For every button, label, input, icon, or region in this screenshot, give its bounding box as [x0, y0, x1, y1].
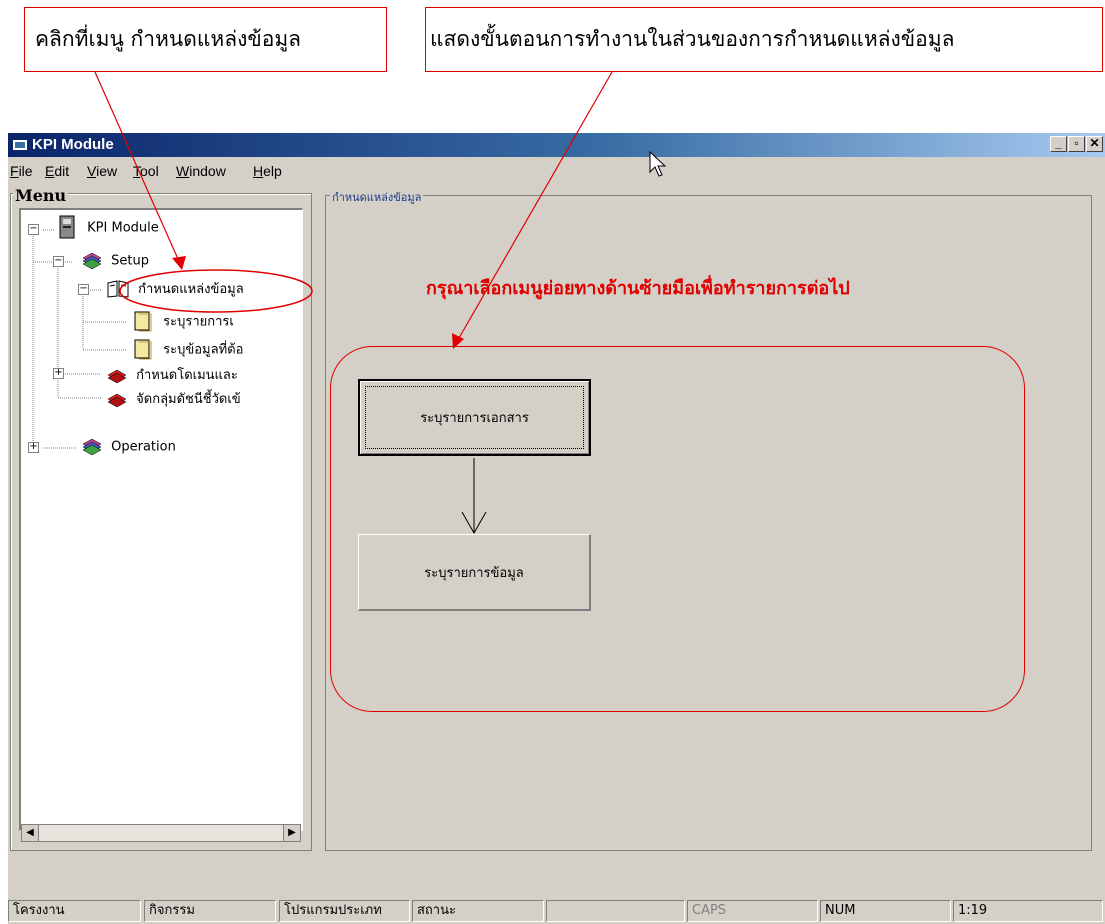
expand-domain-icon[interactable]: + [53, 368, 64, 379]
scroll-right-icon[interactable]: ▶ [283, 825, 300, 841]
tree-item-setup[interactable]: Setup [81, 250, 149, 272]
status-state: สถานะ [412, 900, 544, 922]
books-icon [82, 252, 102, 270]
scroll-left-icon[interactable]: ◀ [22, 825, 39, 841]
status-bar: โครงงาน กิจกรรม โปรแกรมประเภท สถานะ CAPS… [8, 898, 1105, 924]
document-icon [134, 311, 152, 332]
title-bar[interactable]: KPI Module _ ▫ ✕ [8, 133, 1105, 157]
tree-label: จัดกลุ่มดัชนีชี้วัดเข้ [136, 392, 241, 407]
tree-label: KPI Module [87, 220, 159, 236]
menu-edit[interactable]: Edit [45, 163, 69, 179]
status-activity: กิจกรรม [144, 900, 276, 922]
tree-label: กำหนดแหล่งข้อมูล [138, 282, 244, 297]
red-book-icon [107, 369, 127, 383]
app-icon [13, 140, 27, 150]
tree-label: กำหนดโดเมนและ [136, 368, 238, 383]
books-icon [82, 438, 102, 456]
menu-tool[interactable]: Tool [133, 163, 159, 179]
status-num: NUM [820, 900, 951, 922]
open-book-icon [107, 279, 129, 298]
annotation-step-area [330, 346, 1025, 712]
collapse-setup-icon[interactable]: − [53, 256, 64, 267]
callout-click-menu: คลิกที่เมนู กำหนดแหล่งข้อมูล [24, 7, 387, 72]
menu-tree[interactable]: − KPI Module − Setup − กำหนดแหล่งข้อมูล … [19, 208, 303, 831]
red-book-icon [107, 393, 127, 407]
callout-show-steps: แสดงขั้นตอนการทำงานในส่วนของการกำหนดแหล่… [425, 7, 1103, 72]
status-caps: CAPS [687, 900, 818, 922]
tree-item-domain[interactable]: กำหนดโดเมนและ [106, 364, 238, 385]
tree-item-doc-list[interactable]: ระบุรายการเ [131, 310, 234, 332]
tree-lines [32, 229, 126, 449]
menu-panel: Menu − KPI Module − Setup − กำหนดแหล่งข้… [10, 186, 312, 851]
status-empty [546, 900, 685, 922]
tree-item-data-needed[interactable]: ระบุข้อมูลที่ต้อ [131, 338, 243, 360]
menu-legend: Menu [13, 186, 69, 205]
menu-file[interactable]: File [10, 163, 33, 179]
menu-bar: File Edit View Tool Window Help [8, 160, 1105, 182]
horizontal-scrollbar[interactable]: ◀ ▶ [21, 824, 301, 842]
expand-operation-icon[interactable]: + [28, 442, 39, 453]
menu-view[interactable]: View [87, 163, 117, 179]
menu-help[interactable]: Help [253, 163, 282, 179]
collapse-root-icon[interactable]: − [28, 224, 39, 235]
restore-button[interactable]: ▫ [1068, 136, 1085, 152]
collapse-data-source-icon[interactable]: − [78, 284, 89, 295]
status-project: โครงงาน [8, 900, 141, 922]
minimize-button[interactable]: _ [1050, 136, 1067, 152]
close-button[interactable]: ✕ [1086, 136, 1103, 152]
tree-item-kpi-module[interactable]: KPI Module [57, 215, 159, 241]
tree-label: Setup [111, 253, 149, 269]
tree-item-operation[interactable]: Operation [81, 436, 176, 458]
document-icon [134, 339, 152, 360]
window-title: KPI Module [32, 136, 114, 153]
status-position: 1:19 [953, 900, 1103, 922]
menu-window[interactable]: Window [176, 163, 226, 179]
status-program-type: โปรแกรมประเภท [279, 900, 410, 922]
tree-label: ระบุรายการเ [163, 314, 234, 330]
tree-label: ระบุข้อมูลที่ต้อ [163, 342, 244, 358]
tree-item-data-source[interactable]: กำหนดแหล่งข้อมูล [106, 278, 244, 299]
tree-label: Operation [111, 439, 176, 455]
computer-icon [59, 215, 75, 239]
tree-item-group[interactable]: จัดกลุ่มดัชนีชี้วัดเข้ [106, 388, 241, 409]
